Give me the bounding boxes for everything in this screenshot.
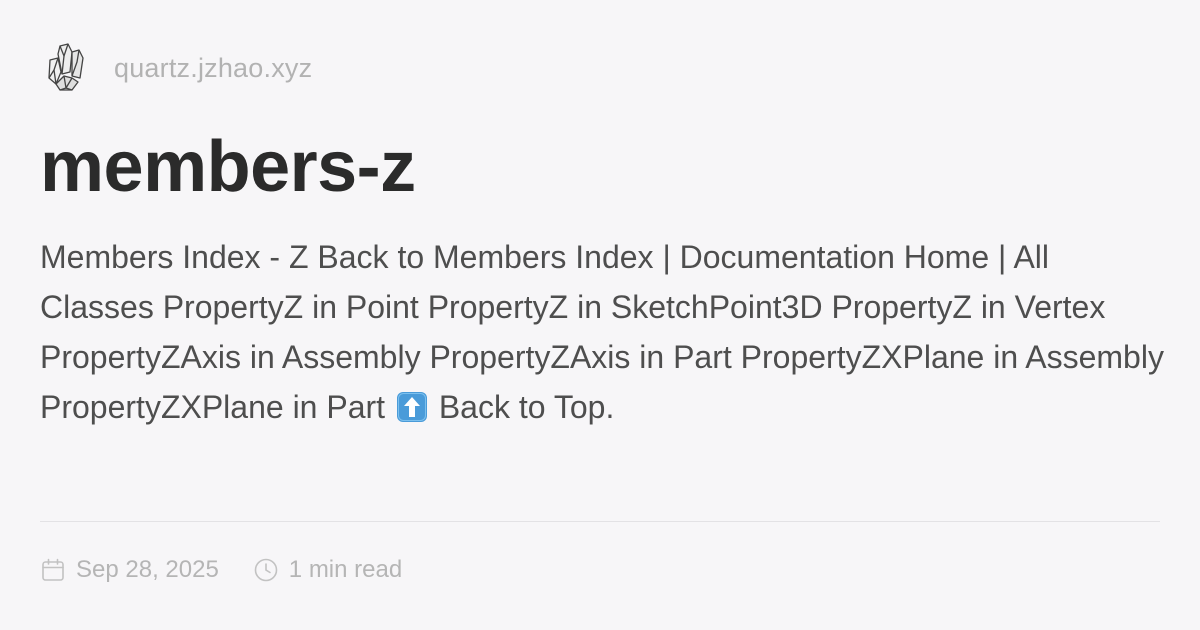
og-card: quartz.jzhao.xyz members-z Members Index… [0, 0, 1200, 630]
site-header: quartz.jzhao.xyz [46, 42, 312, 94]
up-arrow-emoji-icon [396, 392, 427, 422]
crystal-cluster-icon [48, 43, 84, 91]
reading-time: 1 min read [288, 556, 403, 583]
date-meta: Sep 28, 2025 [40, 556, 219, 584]
divider [40, 521, 1160, 522]
clock-icon [254, 558, 278, 582]
calendar-icon [42, 558, 64, 581]
page-title: members-z [40, 127, 416, 207]
site-name[interactable]: quartz.jzhao.xyz [114, 53, 312, 84]
reading-time-meta: 1 min read [253, 556, 402, 584]
page-meta: Sep 28, 2025 1 min read [40, 556, 402, 584]
back-to-top-text: Back to Top. [438, 389, 615, 425]
publish-date: Sep 28, 2025 [76, 556, 219, 583]
page-description: Members Index - Z Back to Members Index … [40, 232, 1165, 432]
